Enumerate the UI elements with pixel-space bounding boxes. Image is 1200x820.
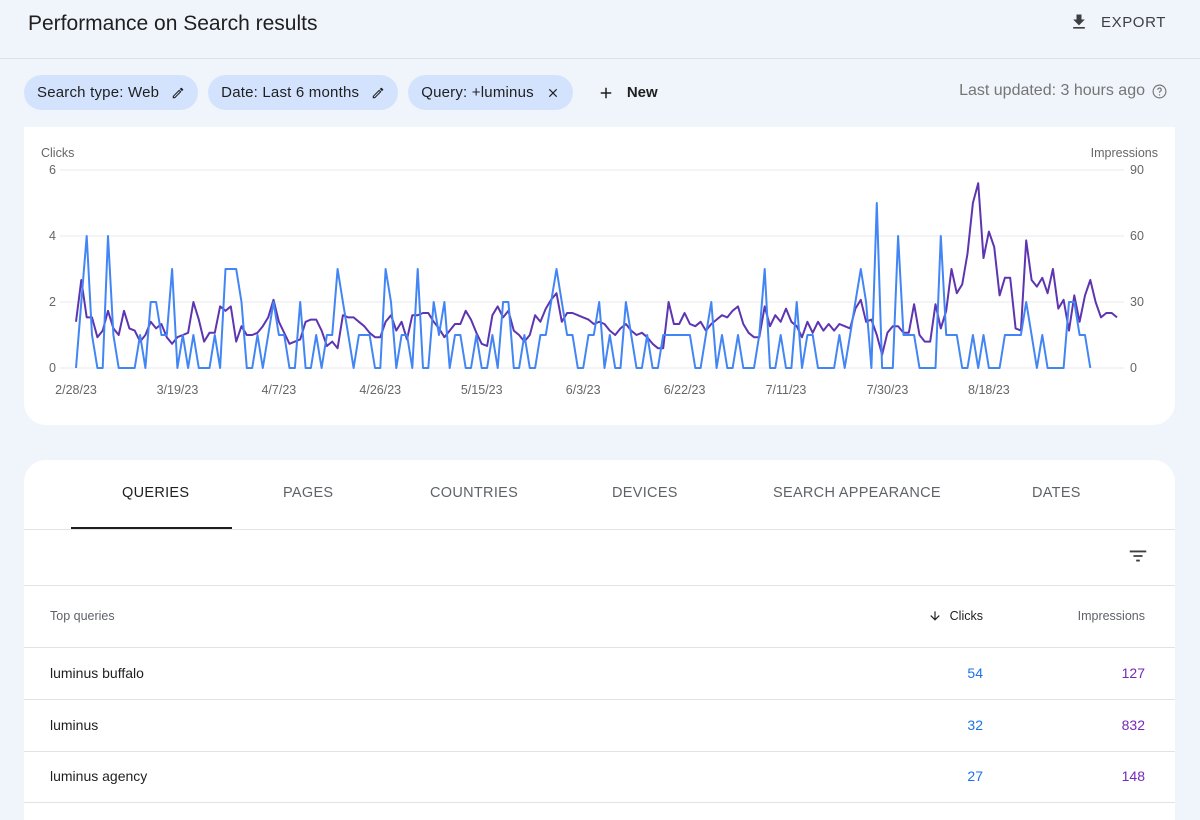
chip-date[interactable]: Date: Last 6 months bbox=[208, 75, 399, 110]
left-axis-tick: 6 bbox=[49, 163, 56, 177]
new-filter-label: New bbox=[626, 84, 658, 101]
performance-chart-card: Clicks Impressions 0 2 4 6 0 30 60 90 2/28/23 3… bbox=[24, 127, 1175, 425]
column-header-clicks-label: Clicks bbox=[949, 609, 983, 623]
export-button[interactable]: EXPORT bbox=[1069, 12, 1166, 32]
query-cell: luminus agency bbox=[50, 768, 148, 784]
chip-label: Query: +luminus bbox=[421, 84, 534, 101]
clicks-cell: 54 bbox=[967, 665, 983, 681]
left-axis-tick: 4 bbox=[49, 229, 56, 243]
x-axis-tick: 4/26/23 bbox=[359, 383, 401, 397]
left-axis-label: Clicks bbox=[41, 146, 74, 160]
x-axis-tick: 3/19/23 bbox=[157, 383, 199, 397]
query-cell: luminus buffalo bbox=[50, 665, 144, 681]
table-toolbar bbox=[24, 530, 1175, 586]
x-axis-tick: 2/28/23 bbox=[55, 383, 97, 397]
dimension-tabs: QUERIES PAGES COUNTRIES DEVICES SEARCH A… bbox=[24, 460, 1175, 530]
download-icon bbox=[1073, 14, 1085, 29]
x-axis-tick: 7/30/23 bbox=[867, 383, 909, 397]
chip-query[interactable]: Query: +luminus bbox=[408, 75, 573, 110]
plus-icon bbox=[600, 87, 612, 98]
chip-search-type[interactable]: Search type: Web bbox=[24, 75, 199, 110]
clicks-cell: 32 bbox=[967, 717, 983, 733]
right-axis-label: Impressions bbox=[1091, 146, 1158, 160]
performance-chart[interactable]: Clicks Impressions 0 2 4 6 0 30 60 90 2/28/23 3… bbox=[24, 127, 1175, 425]
tab-devices[interactable]: DEVICES bbox=[612, 485, 678, 501]
arrow-down-icon bbox=[929, 611, 940, 621]
x-axis-tick: 6/22/23 bbox=[664, 383, 706, 397]
report-table-card: QUERIES PAGES COUNTRIES DEVICES SEARCH A… bbox=[24, 460, 1175, 820]
pencil-icon[interactable] bbox=[171, 86, 185, 100]
x-axis-tick: 6/3/23 bbox=[566, 383, 601, 397]
table-row[interactable]: luminus 32 832 bbox=[24, 700, 1175, 752]
help-icon[interactable] bbox=[1151, 83, 1168, 100]
chip-label: Search type: Web bbox=[37, 84, 160, 101]
tab-search-appearance[interactable]: SEARCH APPEARANCE bbox=[773, 485, 941, 501]
right-axis-tick: 0 bbox=[1130, 361, 1137, 375]
filter-icon[interactable] bbox=[1127, 545, 1149, 567]
chip-label: Date: Last 6 months bbox=[221, 84, 360, 101]
impressions-cell: 148 bbox=[1121, 768, 1145, 784]
left-axis-tick: 0 bbox=[49, 361, 56, 375]
pencil-icon[interactable] bbox=[371, 86, 385, 100]
page-header: Performance on Search results EXPORT bbox=[0, 0, 1200, 59]
right-axis-tick: 30 bbox=[1130, 295, 1144, 309]
x-axis-tick: 7/11/23 bbox=[766, 383, 807, 397]
active-tab-indicator bbox=[71, 527, 232, 529]
left-axis-tick: 2 bbox=[49, 295, 56, 309]
last-updated-text: Last updated: 3 hours ago bbox=[959, 82, 1145, 99]
table-row[interactable]: luminus buffalo 54 127 bbox=[24, 648, 1175, 700]
last-updated: Last updated: 3 hours ago bbox=[959, 82, 1168, 100]
clicks-cell: 27 bbox=[967, 768, 983, 784]
x-axis-tick: 8/18/23 bbox=[968, 383, 1010, 397]
x-axis-tick: 5/15/23 bbox=[461, 383, 503, 397]
tab-pages[interactable]: PAGES bbox=[283, 485, 333, 501]
query-cell: luminus bbox=[50, 717, 99, 733]
x-axis-tick: 4/7/23 bbox=[261, 383, 296, 397]
impressions-cell: 127 bbox=[1121, 665, 1145, 681]
page-title: Performance on Search results bbox=[28, 12, 318, 35]
clicks-series-line bbox=[75, 202, 1092, 369]
column-header-clicks[interactable]: Clicks bbox=[928, 609, 983, 623]
column-header-query: Top queries bbox=[50, 609, 115, 623]
close-icon[interactable] bbox=[546, 86, 560, 100]
table-row[interactable]: luminus agency 27 148 bbox=[24, 751, 1175, 803]
tab-dates[interactable]: DATES bbox=[1032, 485, 1081, 501]
filter-bar: Search type: Web Date: Last 6 months Que… bbox=[24, 75, 670, 110]
right-axis-tick: 90 bbox=[1130, 163, 1144, 177]
tab-countries[interactable]: COUNTRIES bbox=[430, 485, 518, 501]
export-label: EXPORT bbox=[1100, 13, 1166, 31]
table-header: Top queries Clicks Impressions bbox=[24, 586, 1175, 648]
right-axis-tick: 60 bbox=[1130, 229, 1144, 243]
column-header-impressions[interactable]: Impressions bbox=[1078, 609, 1145, 623]
tab-queries[interactable]: QUERIES bbox=[122, 485, 189, 501]
new-filter-button[interactable]: New bbox=[583, 84, 670, 102]
impressions-cell: 832 bbox=[1121, 717, 1145, 733]
